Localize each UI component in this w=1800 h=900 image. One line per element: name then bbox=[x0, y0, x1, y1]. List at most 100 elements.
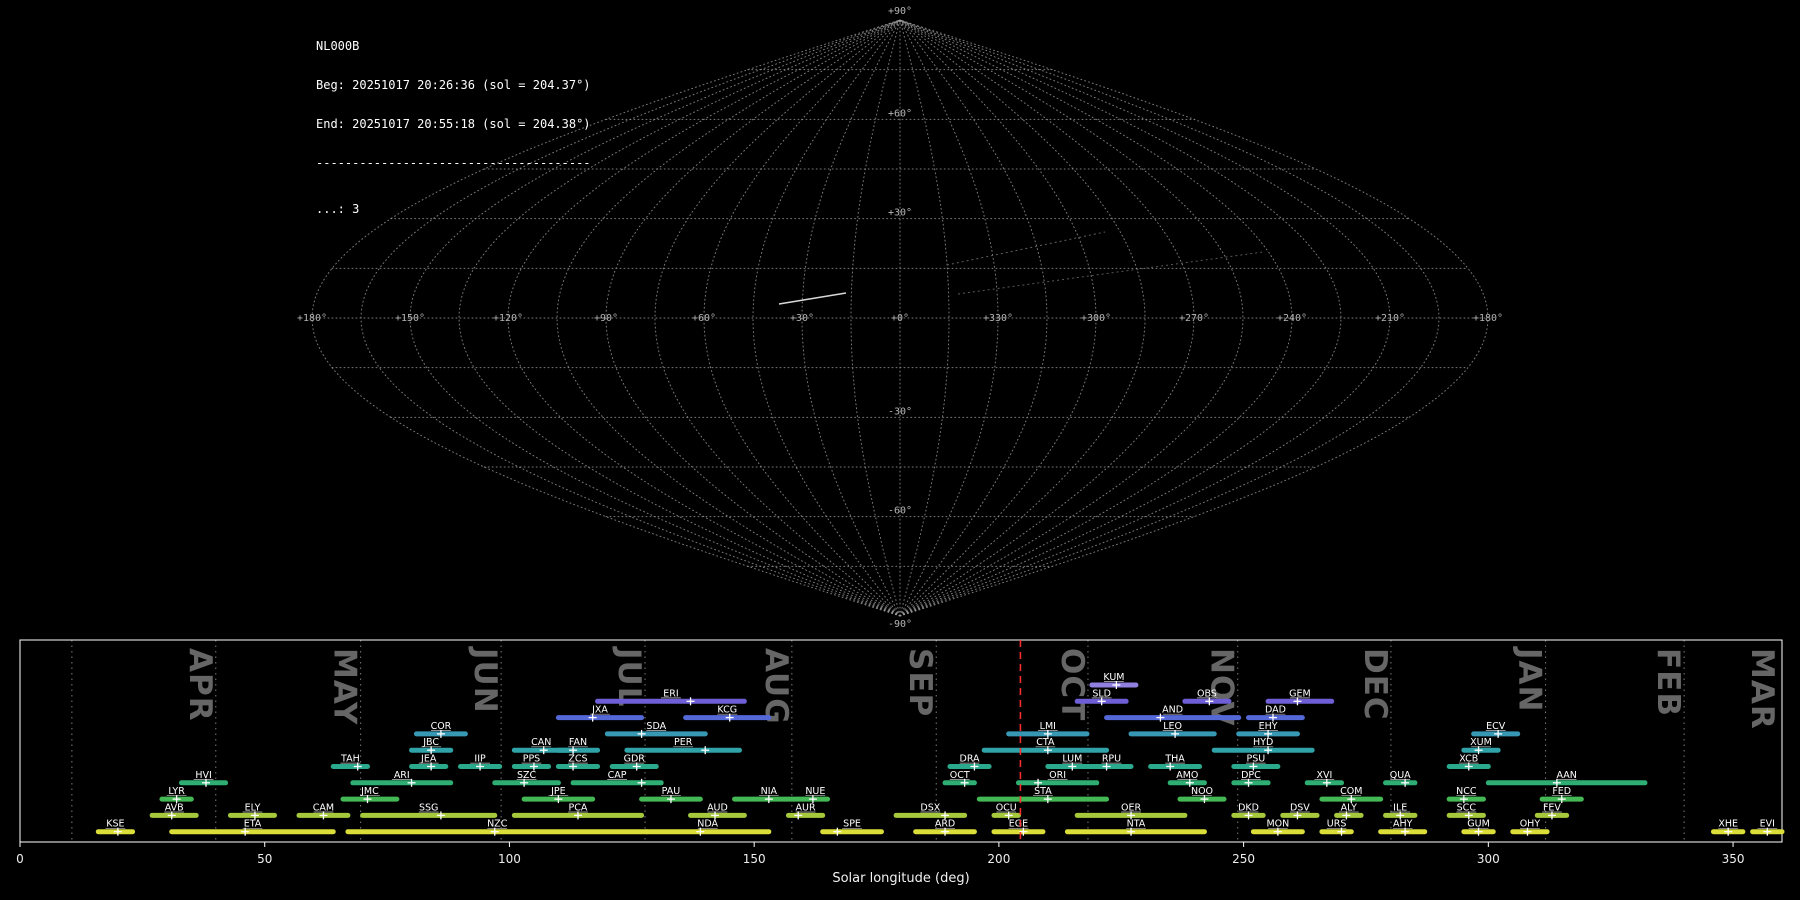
shower-label-STA: STA bbox=[1034, 786, 1052, 797]
month-label-mar: MAR bbox=[1744, 648, 1780, 730]
meteor-trail bbox=[778, 292, 847, 305]
month-label-jan: JAN bbox=[1512, 646, 1548, 712]
shower-label-CTA: CTA bbox=[1036, 737, 1055, 748]
x-axis-title: Solar longitude (deg) bbox=[832, 871, 969, 886]
detection-count: ...: 3 bbox=[316, 202, 360, 216]
shower-label-AHY: AHY bbox=[1393, 819, 1413, 830]
lon-label: +120° bbox=[493, 313, 523, 324]
shower-label-AND: AND bbox=[1162, 705, 1183, 716]
shower-label-DSV: DSV bbox=[1290, 802, 1310, 813]
shower-label-SPE: SPE bbox=[843, 819, 861, 830]
station-id: NL000B bbox=[316, 39, 360, 53]
lat-label: -30° bbox=[888, 406, 912, 417]
shower-label-NTA: NTA bbox=[1127, 819, 1146, 830]
shower-label-CAP: CAP bbox=[608, 770, 627, 781]
observation-header: NL000B Beg: 20251017 20:26:36 (sol = 204… bbox=[316, 14, 591, 242]
shower-label-EGE: EGE bbox=[1009, 819, 1028, 830]
shower-label-GEM: GEM bbox=[1289, 688, 1311, 699]
shower-label-ERI: ERI bbox=[663, 688, 678, 699]
activity-chart: APR MAY JUN JUL AUG SEP OCT NOV DEC JAN FEB MAR KUM E… bbox=[16, 639, 1785, 886]
lon-label: +270° bbox=[1179, 313, 1209, 324]
shower-label-XUM: XUM bbox=[1470, 737, 1492, 748]
shower-label-TAH: TAH bbox=[340, 754, 360, 765]
shower-label-OCU: OCU bbox=[996, 802, 1017, 813]
lon-label: +90° bbox=[594, 313, 618, 324]
month-label-apr: APR bbox=[182, 648, 218, 722]
shower-label-ORI: ORI bbox=[1049, 770, 1066, 781]
shower-label-KSE: KSE bbox=[106, 819, 124, 830]
shower-label-HVI: HVI bbox=[195, 770, 211, 781]
shower-label-FAN: FAN bbox=[569, 737, 587, 748]
shower-label-DSX: DSX bbox=[920, 802, 940, 813]
lon-label: +330° bbox=[983, 313, 1013, 324]
lon-label: +0° bbox=[891, 313, 909, 324]
lat-label: +30° bbox=[888, 208, 912, 219]
shower-label-JMC: JMC bbox=[360, 786, 379, 797]
shower-label-JEA: JEA bbox=[420, 754, 437, 765]
x-tick-label: 0 bbox=[16, 852, 24, 866]
month-label-may: MAY bbox=[327, 648, 363, 725]
shower-label-ECV: ECV bbox=[1486, 721, 1506, 732]
shower-label-GDR: GDR bbox=[624, 754, 646, 765]
shower-label-AVB: AVB bbox=[165, 802, 184, 813]
shower-label-AUD: AUD bbox=[707, 802, 728, 813]
lon-label: +30° bbox=[790, 313, 814, 324]
lat-label: +90° bbox=[888, 6, 912, 17]
shower-label-NOO: NOO bbox=[1191, 786, 1213, 797]
header-separator: -------------------------------------- bbox=[316, 156, 591, 170]
lon-label: +210° bbox=[1375, 313, 1405, 324]
shower-label-KUM: KUM bbox=[1103, 672, 1124, 683]
x-tick-label: 100 bbox=[498, 852, 521, 866]
lon-label: +240° bbox=[1277, 313, 1307, 324]
x-tick-label: 350 bbox=[1722, 852, 1745, 866]
shower-label-DPC: DPC bbox=[1241, 770, 1261, 781]
x-tick-label: 150 bbox=[743, 852, 766, 866]
shower-label-DAD: DAD bbox=[1265, 705, 1286, 716]
shower-label-ARI: ARI bbox=[394, 770, 410, 781]
shower-label-SCC: SCC bbox=[1457, 802, 1477, 813]
shower-label-URS: URS bbox=[1327, 819, 1347, 830]
month-label-aug: AUG bbox=[758, 648, 794, 725]
x-tick-label: 300 bbox=[1477, 852, 1500, 866]
meteor-station-screen: +180° +150° +120° +90° +60° +30° +0° +330° +300°… bbox=[0, 0, 1800, 900]
shower-label-SSG: SSG bbox=[419, 802, 438, 813]
meteor-trail bbox=[946, 231, 1106, 266]
month-label-oct: OCT bbox=[1054, 648, 1090, 721]
month-label-nov: NOV bbox=[1204, 648, 1240, 726]
shower-label-ZCS: ZCS bbox=[568, 754, 587, 765]
shower-label-SZC: SZC bbox=[517, 770, 537, 781]
shower-label-PSU: PSU bbox=[1246, 754, 1265, 765]
month-label-jun: JUN bbox=[467, 646, 503, 714]
shower-label-NUE: NUE bbox=[805, 786, 825, 797]
shower-label-KCG: KCG bbox=[717, 705, 737, 716]
lat-label: -90° bbox=[888, 619, 912, 630]
lon-label: +60° bbox=[692, 313, 716, 324]
shower-label-NCC: NCC bbox=[1456, 786, 1477, 797]
shower-label-PPS: PPS bbox=[523, 754, 541, 765]
shower-label-HYD: HYD bbox=[1253, 737, 1273, 748]
shower-label-AAN: AAN bbox=[1556, 770, 1576, 781]
lon-label: +300° bbox=[1081, 313, 1111, 324]
shower-label-CAN: CAN bbox=[531, 737, 551, 748]
lon-label: +180° bbox=[1473, 313, 1503, 324]
shower-label-SDA: SDA bbox=[646, 721, 666, 732]
shower-label-ETA: ETA bbox=[244, 819, 262, 830]
x-tick-label: 250 bbox=[1232, 852, 1255, 866]
begin-time: Beg: 20251017 20:26:36 (sol = 204.37°) bbox=[316, 78, 591, 92]
month-label-jul: JUL bbox=[611, 646, 647, 707]
shower-label-THA: THA bbox=[1164, 754, 1185, 765]
shower-label-XVI: XVI bbox=[1316, 770, 1332, 781]
shower-label-JXA: JXA bbox=[591, 705, 608, 716]
sky-map: +180° +150° +120° +90° +60° +30° +0° +330° +300°… bbox=[297, 6, 1503, 630]
end-time: End: 20251017 20:55:18 (sol = 204.38°) bbox=[316, 117, 591, 131]
lon-label: +150° bbox=[395, 313, 425, 324]
month-label-feb: FEB bbox=[1650, 648, 1686, 717]
shower-label-QUA: QUA bbox=[1390, 770, 1411, 781]
x-tick-label: 200 bbox=[987, 852, 1010, 866]
shower-label-PER: PER bbox=[674, 737, 693, 748]
shower-label-ALY: ALY bbox=[1341, 802, 1358, 813]
lat-label: -60° bbox=[888, 506, 912, 517]
shower-label-AMO: AMO bbox=[1176, 770, 1198, 781]
lat-label: +60° bbox=[888, 108, 912, 119]
month-label-sep: SEP bbox=[902, 648, 938, 717]
